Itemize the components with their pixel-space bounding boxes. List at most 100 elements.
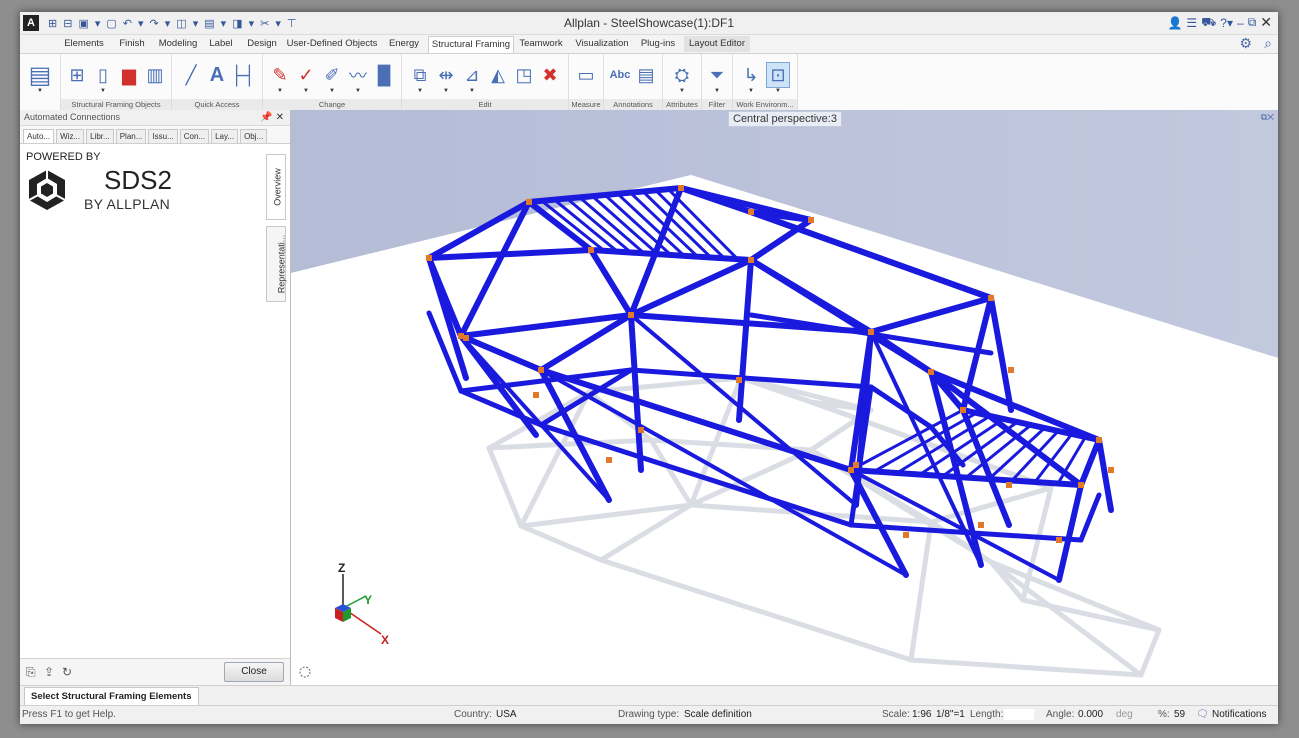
work-environment-icon[interactable]: ⊡ ▼: [766, 62, 790, 94]
stretch-icon[interactable]: ⊿ ▼: [461, 63, 483, 95]
group-label: Structural Framing Objects: [61, 99, 171, 110]
filter-icon[interactable]: ⏷ ▼: [706, 63, 728, 95]
tab-structural-framing[interactable]: Structural Framing: [428, 36, 514, 53]
notifications-label[interactable]: Notifications: [1212, 709, 1266, 720]
legend-icon[interactable]: ▤: [635, 63, 657, 87]
grid-icon[interactable]: ⊞: [66, 63, 88, 87]
move-icon[interactable]: ⇹ ▼: [435, 63, 457, 95]
panel-tab-issues[interactable]: Issu...: [148, 129, 178, 143]
member-icon[interactable]: ▐▌: [371, 63, 397, 87]
panel-tab-library[interactable]: Libr...: [86, 129, 114, 143]
beam-icon[interactable]: ▆: [118, 63, 140, 87]
panel-tab-objects[interactable]: Obj...: [240, 129, 268, 143]
group-label: Work Environm...: [733, 99, 797, 110]
brand-subtitle: BY ALLPLAN: [84, 196, 171, 212]
help-hint: Press F1 to get Help.: [22, 709, 116, 720]
modify-icon[interactable]: ✎ ▼: [269, 63, 291, 95]
connection-joint: [1056, 537, 1062, 543]
notifications-icon[interactable]: 🗨: [1196, 709, 1209, 720]
connection-joint: [1078, 482, 1084, 488]
panel-title: Automated Connections: [24, 112, 121, 122]
tab-layout-editor[interactable]: Layout Editor: [684, 36, 750, 52]
reshape-icon[interactable]: 〰 ▼: [347, 63, 369, 94]
connection-joint: [526, 199, 532, 205]
minimize-icon[interactable]: –: [1237, 16, 1244, 30]
text-icon[interactable]: A: [206, 63, 228, 87]
panel-tab-wizard[interactable]: Wiz...: [56, 129, 85, 143]
help-icon[interactable]: ?▾: [1220, 16, 1233, 30]
tab-label[interactable]: Label: [206, 36, 236, 52]
tab-plug-ins[interactable]: Plug-ins: [638, 36, 678, 52]
connection-joint: [538, 367, 544, 373]
scale-label: Scale:: [882, 709, 910, 720]
brace-icon[interactable]: ▥: [144, 63, 166, 87]
close-panel-icon[interactable]: ✕: [276, 112, 284, 123]
scale-icon[interactable]: ◳: [513, 63, 535, 87]
dimension-icon[interactable]: ├┤: [230, 63, 256, 87]
connection-joint: [588, 247, 594, 253]
tab-visualization[interactable]: Visualization: [574, 36, 630, 52]
panel-tab-layers[interactable]: Lay...: [211, 129, 239, 143]
tab-finish[interactable]: Finish: [112, 36, 152, 52]
tab-elements[interactable]: Elements: [62, 36, 106, 52]
label-text-icon[interactable]: Abc: [609, 63, 631, 87]
building-layers-icon[interactable]: ▤ ▼: [29, 62, 52, 95]
axis-x-label: X: [381, 633, 389, 647]
group-label: Filter: [702, 99, 732, 110]
ribbon-group-measure: ▭ Measure: [569, 54, 604, 110]
vtab-representation[interactable]: Representati...: [266, 226, 287, 302]
column-icon[interactable]: ▯ ▼: [92, 63, 114, 95]
connection-joint: [628, 312, 634, 318]
tab-design[interactable]: Design: [244, 36, 280, 52]
panel-tab-connections[interactable]: Con...: [179, 129, 210, 143]
delete-icon[interactable]: ✖: [539, 63, 561, 87]
attributes-icon[interactable]: ⛭ ▼: [671, 63, 693, 95]
edit-properties-icon[interactable]: ✐ ▼: [321, 63, 343, 95]
scale-value[interactable]: 1:96: [912, 709, 931, 720]
gear-icon[interactable]: ⚙: [1239, 35, 1252, 52]
ribbon-group-change: ✎ ▼ ✓ ▼ ✐ ▼ 〰 ▼ ▐▌ Change: [263, 54, 402, 110]
length-field[interactable]: [1004, 709, 1034, 720]
search-icon[interactable]: ⌕: [1264, 35, 1272, 52]
mirror-icon[interactable]: ◭: [487, 63, 509, 87]
ribbon-group-attributes: ⛭ ▼ Attributes: [663, 54, 702, 110]
copy-icon[interactable]: ⧉ ▼: [409, 63, 431, 95]
restore-icon[interactable]: ⧉: [1248, 15, 1257, 30]
measure-icon[interactable]: ▭: [575, 63, 597, 87]
tab-modeling[interactable]: Modeling: [154, 36, 202, 52]
cart-icon[interactable]: ⛟: [1201, 15, 1216, 31]
refresh-icon[interactable]: ↻: [62, 665, 72, 679]
window-title: Allplan - SteelShowcase(1):DF1: [563, 16, 735, 30]
scale-imperial-value: 1/8"=1: [936, 709, 965, 720]
tab-energy[interactable]: Energy: [386, 36, 422, 52]
export-icon[interactable]: ⎘: [26, 665, 36, 680]
pin-icon[interactable]: 📌: [260, 112, 272, 123]
group-label: Quick Access: [172, 99, 262, 110]
panel-tab-auto[interactable]: Auto...: [23, 129, 55, 143]
work-plane-icon[interactable]: ↳ ▼: [740, 63, 762, 95]
drawing-type-value[interactable]: Scale definition: [684, 709, 752, 720]
user-icon[interactable]: 👤: [1167, 16, 1182, 30]
close-button[interactable]: Close: [224, 662, 284, 682]
list-icon[interactable]: ☰: [1186, 16, 1197, 30]
3d-viewport[interactable]: Z Y X Central perspective:3 ⧉✕: [291, 110, 1278, 685]
connection-joint: [678, 185, 684, 191]
group-label: Change: [263, 99, 401, 110]
line-icon[interactable]: ╱: [180, 63, 202, 87]
pick-icon[interactable]: ✓ ▼: [295, 63, 317, 95]
group-label: Attributes: [663, 99, 701, 110]
task-tab-select-elements[interactable]: Select Structural Framing Elements: [24, 687, 199, 707]
title-bar: A ⊞ ⊟ ▣ ▾ ▢ ↶ ▾ ↷ ▾ ◫ ▾ ▤ ▾ ◨ ▾ ✂ ▾ ⊤ Allplan - SteelShow…: [20, 12, 1278, 35]
angle-value[interactable]: 0.000: [1078, 709, 1103, 720]
panel-tab-plan[interactable]: Plan...: [115, 129, 147, 143]
vtab-overview[interactable]: Overview: [266, 154, 286, 220]
tab-teamwork[interactable]: Teamwork: [518, 36, 564, 52]
viewport-window-controls[interactable]: ⧉✕: [1261, 112, 1274, 123]
import-icon[interactable]: ⇪: [44, 665, 54, 679]
ribbon-group-annotations: Abc ▤ Annotations: [604, 54, 663, 110]
panel-tabs: Auto... Wiz... Libr... Plan... Issu... C…: [20, 126, 290, 144]
status-bar: Press F1 to get Help. Country: USA Drawi…: [20, 705, 1278, 724]
tab-user-defined-objects[interactable]: User-Defined Objects: [286, 36, 378, 52]
close-window-icon[interactable]: ✕: [1260, 14, 1272, 31]
percent-value[interactable]: 59: [1174, 709, 1185, 720]
